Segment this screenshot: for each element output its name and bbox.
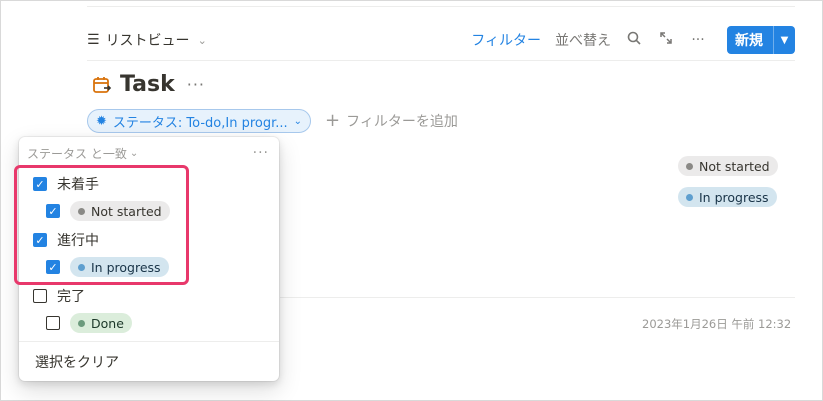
filter-button[interactable]: フィルター xyxy=(471,30,541,50)
status-tag: In progress xyxy=(678,187,777,207)
status-filter-label: ステータス: To-do,In progr... xyxy=(112,115,288,131)
status-filter-popup: ステータス と一致 ⌄ ··· ✓ 未着手 ✓ Not started ✓ 進行… xyxy=(19,137,279,381)
plus-icon: + xyxy=(325,110,341,131)
clear-selection-button[interactable]: 選択をクリア xyxy=(35,352,119,372)
status-tag: In progress xyxy=(70,257,169,277)
checkbox[interactable]: ✓ xyxy=(46,204,60,218)
filter-condition-label: ステータス と一致 xyxy=(27,146,127,161)
checkbox[interactable]: ✓ xyxy=(33,177,47,191)
new-button[interactable]: 新規 ▼ xyxy=(727,26,795,54)
status-option-in-progress[interactable]: ✓ In progress xyxy=(46,257,169,277)
status-tag-label: Not started xyxy=(699,158,770,174)
page-title[interactable]: Task xyxy=(120,72,175,97)
status-dot xyxy=(78,319,85,327)
filter-bar: ✹ ステータス: To-do,In progr... ⌄ + フィルターを追加 xyxy=(87,109,458,133)
chevron-down-icon[interactable]: ▼ xyxy=(773,26,795,54)
chevron-down-icon: ⌄ xyxy=(129,147,139,159)
database-toolbar: ☰ リストビュー ⌄ フィルター 並べ替え ··· 新規 ▼ xyxy=(87,23,795,57)
more-icon[interactable]: ··· xyxy=(689,32,707,48)
status-filter-chip[interactable]: ✹ ステータス: To-do,In progr... ⌄ xyxy=(87,109,312,133)
status-dot xyxy=(686,193,693,201)
group-option-todo[interactable]: ✓ 未着手 xyxy=(33,174,99,194)
status-dot xyxy=(78,263,85,271)
checkbox[interactable]: ✓ xyxy=(46,260,60,274)
more-icon[interactable]: ··· xyxy=(187,75,205,94)
status-tag: Done xyxy=(70,313,132,333)
status-icon: ✹ xyxy=(96,113,107,129)
status-dot xyxy=(686,162,693,170)
status-tag-label: In progress xyxy=(699,189,769,205)
checkbox[interactable]: ✓ xyxy=(33,233,47,247)
status-option-done[interactable]: Done xyxy=(46,313,132,333)
expand-icon[interactable] xyxy=(657,31,675,49)
status-dot xyxy=(78,207,85,215)
chevron-down-icon: ⌄ xyxy=(293,115,303,127)
checkbox[interactable] xyxy=(33,289,47,303)
new-button-label: 新規 xyxy=(735,33,763,49)
status-tag-label: Not started xyxy=(91,203,162,219)
status-tag: Not started xyxy=(70,201,170,221)
status-tag-label: Done xyxy=(91,315,124,331)
divider xyxy=(87,60,795,61)
more-icon[interactable]: ··· xyxy=(253,145,269,161)
checkbox[interactable] xyxy=(46,316,60,330)
view-label: リストビュー xyxy=(105,33,190,49)
status-option-not-started[interactable]: ✓ Not started xyxy=(46,201,170,221)
add-filter-button[interactable]: + フィルターを追加 xyxy=(325,111,458,131)
add-filter-label: フィルターを追加 xyxy=(346,114,458,130)
created-timestamp: 2023年1月26日 午前 12:32 xyxy=(642,317,792,331)
list-icon: ☰ xyxy=(87,32,100,48)
popup-header[interactable]: ステータス と一致 ⌄ ··· xyxy=(27,144,269,162)
group-option-complete[interactable]: 完了 xyxy=(33,286,85,306)
chevron-down-icon: ⌄ xyxy=(197,33,207,47)
status-tag-label: In progress xyxy=(91,259,161,275)
search-icon[interactable] xyxy=(625,31,643,49)
group-option-in-progress[interactable]: ✓ 進行中 xyxy=(33,230,99,250)
view-switcher[interactable]: ☰ リストビュー ⌄ xyxy=(87,30,207,50)
toolbar-actions: フィルター 並べ替え ··· 新規 ▼ xyxy=(471,26,795,54)
group-label: 進行中 xyxy=(57,233,99,249)
divider xyxy=(19,341,279,342)
divider xyxy=(87,6,795,7)
calendar-icon xyxy=(92,75,112,95)
group-label: 完了 xyxy=(57,289,85,305)
group-label: 未着手 xyxy=(57,177,99,193)
sort-button[interactable]: 並べ替え xyxy=(555,30,611,50)
status-tag: Not started xyxy=(678,156,778,176)
divider xyxy=(280,297,795,298)
database-title-row: Task ··· xyxy=(92,72,205,97)
